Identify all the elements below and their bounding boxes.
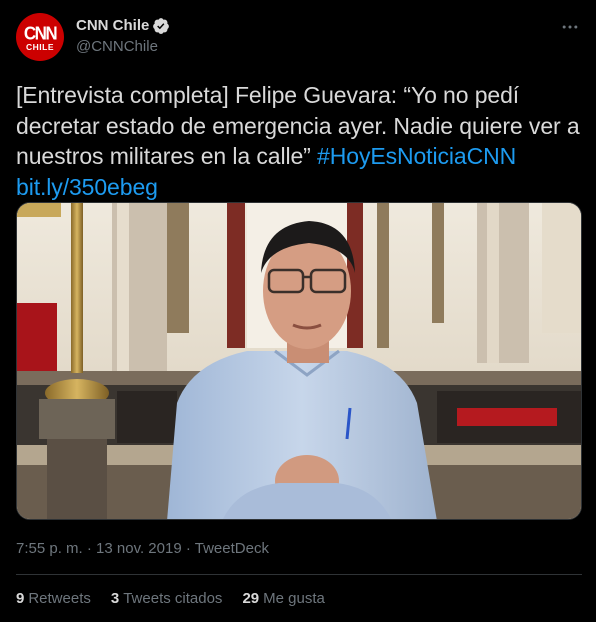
quotes-label: Tweets citados bbox=[123, 590, 223, 607]
hashtag-link[interactable]: #HoyEsNoticiaCNN bbox=[317, 143, 516, 169]
divider bbox=[16, 574, 582, 575]
tweet-header: CNN CHILE CNN Chile @CNNChile bbox=[16, 13, 582, 63]
display-name[interactable]: CNN Chile bbox=[76, 16, 149, 35]
retweets-label: Retweets bbox=[28, 590, 91, 607]
quote-tweets-stat[interactable]: 3 Tweets citados bbox=[111, 589, 223, 609]
display-name-row: CNN Chile bbox=[76, 16, 170, 35]
author-handle[interactable]: @CNNChile bbox=[76, 37, 170, 57]
tweet-text: [Entrevista completa] Felipe Guevara: “Y… bbox=[16, 80, 582, 202]
author-names: CNN Chile @CNNChile bbox=[76, 16, 170, 57]
quotes-count: 3 bbox=[110, 590, 120, 607]
tweet-date[interactable]: 13 nov. 2019 bbox=[96, 540, 182, 557]
meta-separator: · bbox=[86, 540, 92, 557]
avatar-logo-text: CNN bbox=[23, 22, 58, 44]
likes-count: 29 bbox=[242, 590, 260, 607]
tweet-source[interactable]: TweetDeck bbox=[195, 540, 269, 557]
retweets-count: 9 bbox=[16, 590, 25, 607]
tweet-stats: 9 Retweets 3 Tweets citados 29 Me gusta bbox=[16, 589, 345, 609]
tweet-time[interactable]: 7:55 p. m. bbox=[16, 540, 83, 557]
avatar[interactable]: CNN CHILE bbox=[16, 13, 64, 61]
video-thumbnail bbox=[17, 203, 581, 519]
tweet-media-video[interactable] bbox=[16, 202, 582, 520]
more-options-icon[interactable] bbox=[558, 15, 582, 39]
likes-stat[interactable]: 29 Me gusta bbox=[242, 589, 324, 609]
verified-badge-icon bbox=[152, 17, 170, 35]
tweet-meta: 7:55 p. m. · 13 nov. 2019 · TweetDeck bbox=[16, 539, 269, 559]
tweet-url-link[interactable]: bit.ly/350ebeg bbox=[16, 174, 158, 200]
retweets-stat[interactable]: 9 Retweets bbox=[16, 589, 91, 609]
meta-separator: · bbox=[185, 540, 191, 557]
likes-label: Me gusta bbox=[263, 590, 325, 607]
